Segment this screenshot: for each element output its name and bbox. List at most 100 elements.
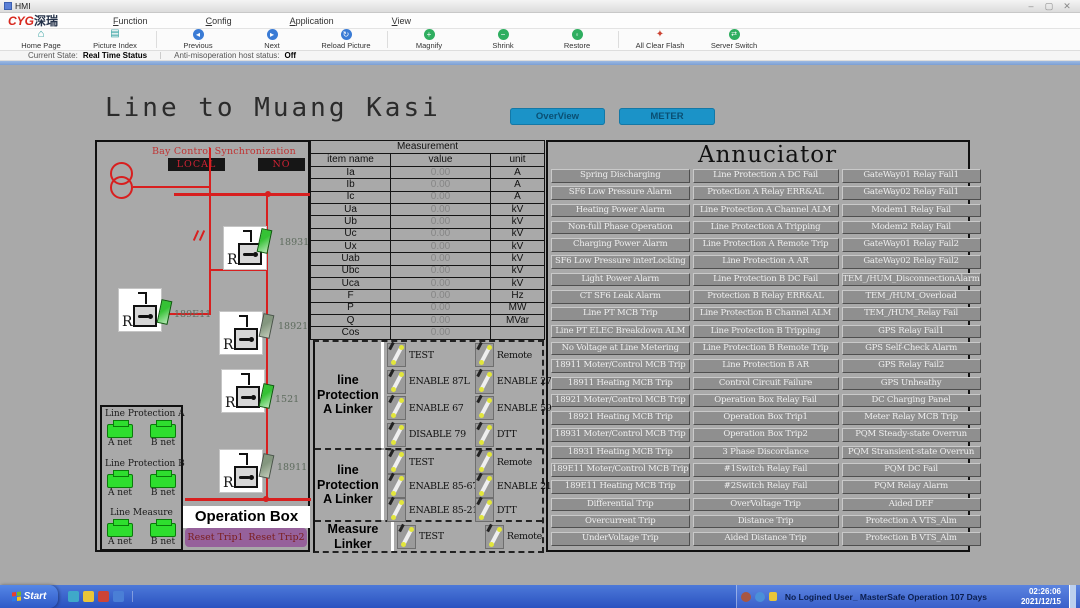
linker-switch-icon[interactable] <box>387 474 406 498</box>
tray-icon[interactable] <box>755 592 765 602</box>
annunciator-tile: TEM_/HUM_DisconnectionAlarm <box>842 273 981 287</box>
linker-row: ENABLE 87L ENABLE 27 <box>387 369 552 395</box>
item-unit: kV <box>491 204 545 216</box>
reset-trip1-button[interactable]: Reset Trip1 <box>187 532 243 543</box>
lock-icon[interactable] <box>769 592 777 601</box>
toolbar-icon <box>193 29 204 40</box>
linker-switch-icon[interactable] <box>387 343 406 367</box>
toolbar-button[interactable]: Restore <box>540 29 614 50</box>
annunciator-tile: UnderVoltage Trip <box>551 532 690 546</box>
item-value: 0.00 <box>391 216 491 228</box>
quick-launch-icon[interactable] <box>68 591 79 602</box>
linker-label: TEST <box>419 531 485 542</box>
annunciator-tile: Overcurrent Trip <box>551 515 690 529</box>
tray-icon[interactable] <box>741 592 751 602</box>
menu-item[interactable]: Application <box>290 16 334 26</box>
window-titlebar: HMI – ▢ ✕ <box>0 0 1080 13</box>
annunciator-tile: #2Switch Relay Fail <box>693 480 839 494</box>
maximize-button[interactable]: ▢ <box>1040 1 1058 12</box>
start-button[interactable]: Start <box>0 585 58 608</box>
linker-switch-icon[interactable] <box>475 370 494 394</box>
linker-switch-icon[interactable] <box>475 450 494 474</box>
anti-misoperation-label: Anti-misoperation host status: <box>174 51 279 60</box>
annunciator-tile: TEM_/HUM_Overload <box>842 290 981 304</box>
linker-switch-icon[interactable] <box>387 370 406 394</box>
annunciator-tile: SF6 Low Pressure Alarm <box>551 186 690 200</box>
item-name: Ua <box>311 204 391 216</box>
toolbar-button[interactable]: Reload Picture <box>309 29 383 50</box>
annunciator-tile: Line Protection A DC Fail <box>693 169 839 183</box>
linker-switch-icon[interactable] <box>475 498 494 522</box>
linker-switch-icon[interactable] <box>387 450 406 474</box>
linker-switch-icon[interactable] <box>475 474 494 498</box>
column-header: value <box>391 154 491 167</box>
hmi-screen: HMI – ▢ ✕ CYG深瑞 FunctionConfigApplicatio… <box>0 0 1080 608</box>
toolbar-button[interactable]: Magnify <box>392 29 466 50</box>
close-button[interactable]: ✕ <box>1058 1 1076 12</box>
toolbar-button[interactable]: Next <box>235 29 309 50</box>
breaker-18911[interactable]: R <box>220 450 262 492</box>
toolbar-button[interactable]: Previous <box>161 29 235 50</box>
linker-row: ENABLE 67 ENABLE 59 <box>387 395 552 421</box>
annunciator-tile: Operation Box Trip2 <box>693 428 839 442</box>
annunciator-tile: Line Protection B Channel ALM <box>693 307 839 321</box>
ethernet-icon <box>107 474 133 488</box>
linker-switch-icon[interactable] <box>475 343 494 367</box>
annunciator-tile: Heating Power Alarm <box>551 204 690 218</box>
linker-switch-icon[interactable] <box>387 498 406 522</box>
annunciator-tile: Line PT ELEC Breakdown ALM <box>551 325 690 339</box>
menu-item[interactable]: Config <box>206 16 232 26</box>
toolbar-button[interactable]: Picture Index <box>78 29 152 50</box>
annunciator-tile: No Voltage at Line Metering <box>551 342 690 356</box>
item-value: 0.00 <box>391 327 491 340</box>
annunciator-panel: Annuciator Spring DischargingSF6 Low Pre… <box>546 140 970 552</box>
quick-launch-icon[interactable] <box>83 591 94 602</box>
annunciator-tile: 18911 Heating MCB Trip <box>551 377 690 391</box>
annunciator-tile: 18911 Moter/Control MCB Trip <box>551 359 690 373</box>
toolbar-icon <box>110 29 121 40</box>
date: 2021/12/15 <box>1021 597 1061 606</box>
linker-switch-icon[interactable] <box>387 423 406 447</box>
menu-item[interactable]: View <box>392 16 411 26</box>
breaker-18921[interactable]: R <box>220 312 262 354</box>
anti-misoperation-value: Off <box>285 51 297 60</box>
item-name: Cos <box>311 327 391 340</box>
overview-button[interactable]: OverView <box>510 108 605 125</box>
toolbar-separator <box>387 31 388 48</box>
annunciator-tile: Operation Box Relay Fail <box>693 394 839 408</box>
menu-bar: CYG深瑞 FunctionConfigApplicationView <box>0 13 1080 29</box>
linker-switch-icon[interactable] <box>475 396 494 420</box>
linker-switch-icon[interactable] <box>387 396 406 420</box>
linker-row: ENABLE 85-21 DTT <box>387 498 552 522</box>
linker-label: Remote <box>497 457 552 468</box>
item-unit: kV <box>491 228 545 240</box>
reset-trip2-button[interactable]: Reset Trip2 <box>248 532 304 543</box>
linker-section-measure: Measure Linker TEST Remote <box>315 520 542 551</box>
linker-switch-icon[interactable] <box>397 525 416 549</box>
meter-button[interactable]: METER <box>619 108 715 125</box>
show-desktop-button[interactable] <box>1069 585 1076 608</box>
minimize-button[interactable]: – <box>1022 1 1040 11</box>
menu-item[interactable]: Function <box>113 16 148 26</box>
linker-row: TEST Remote <box>397 525 542 549</box>
toolbar-icon <box>498 29 509 40</box>
linker-switch-icon[interactable] <box>475 423 494 447</box>
linker-section-protection-a2: line Protection A Linker TEST Remote ENA… <box>315 448 542 520</box>
toolbar-button[interactable]: Server Switch <box>697 29 771 50</box>
linker-switch-icon[interactable] <box>485 525 504 549</box>
item-unit: MW <box>491 302 545 314</box>
annunciator-tile: Modem1 Relay Fail <box>842 204 981 218</box>
toolbar-button[interactable]: All Clear Flash <box>623 29 697 50</box>
quick-launch-icon[interactable] <box>113 591 124 602</box>
linker-label: ENABLE 67 <box>409 403 475 414</box>
item-value: 0.00 <box>391 179 491 191</box>
toolbar-button[interactable]: Home Page <box>4 29 78 50</box>
measurement-row: Ic 0.00 A <box>311 191 545 203</box>
net-group-title: Line Measure <box>105 508 178 518</box>
breaker-189E11[interactable]: R <box>119 289 161 331</box>
toolbar-icon <box>36 29 47 40</box>
toolbar-button[interactable]: Shrink <box>466 29 540 50</box>
line-segment <box>209 269 268 271</box>
quick-launch-icon[interactable] <box>98 591 109 602</box>
taskbar-clock[interactable]: 02:26:06 2021/12/15 <box>999 587 1061 607</box>
